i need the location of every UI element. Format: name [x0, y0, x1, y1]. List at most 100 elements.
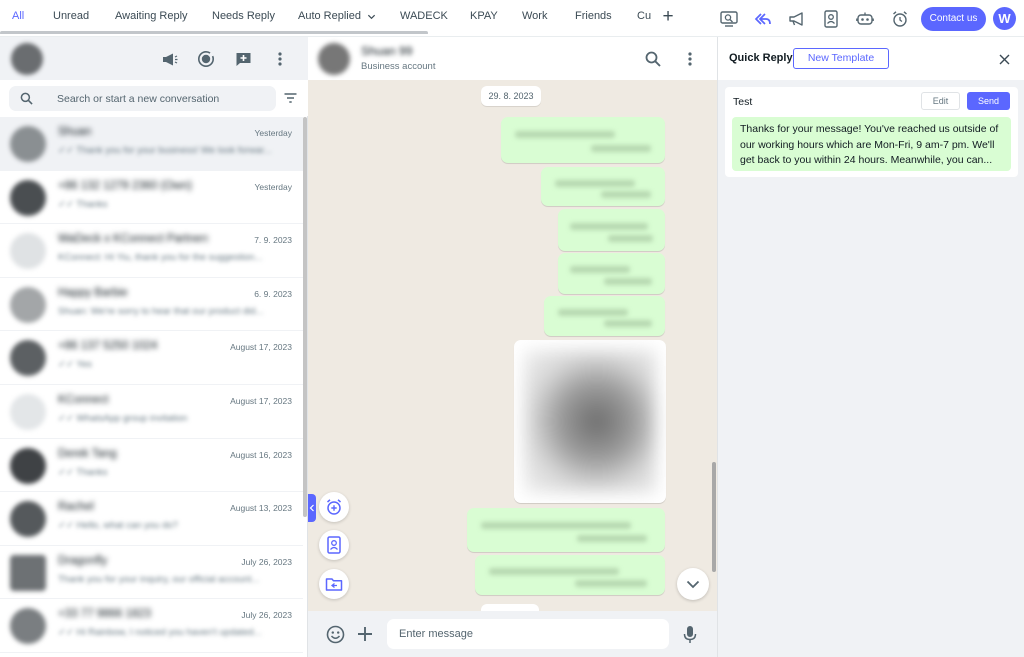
- chat-time: August 13, 2023: [230, 503, 292, 514]
- tab-unread[interactable]: Unread: [53, 0, 89, 34]
- my-avatar[interactable]: [11, 43, 43, 75]
- broadcast-icon[interactable]: [786, 8, 808, 30]
- search-input[interactable]: [57, 86, 267, 111]
- status-icon[interactable]: [195, 48, 217, 70]
- search-bar: [0, 80, 308, 116]
- top-tab-bar: All Unread Awaiting Reply Needs Reply Au…: [0, 0, 1024, 37]
- more-menu-icon[interactable]: [679, 48, 701, 70]
- message-input[interactable]: [387, 619, 669, 649]
- chat-time: July 26, 2023: [241, 610, 292, 621]
- contact-card-icon[interactable]: [820, 8, 842, 30]
- date-separator: 29. 8. 2023: [481, 86, 541, 106]
- blurred-image: [524, 350, 656, 493]
- avatar: [10, 179, 46, 216]
- send-file-button[interactable]: [319, 569, 349, 599]
- tab-wadeck[interactable]: WADECK: [400, 0, 448, 34]
- send-template-button[interactable]: Send: [967, 92, 1010, 110]
- robot-icon[interactable]: [854, 8, 876, 30]
- translate-icon[interactable]: [718, 8, 740, 30]
- chat-item[interactable]: Derek Tang August 16, 2023 ✓✓ Thanks: [0, 438, 303, 493]
- chat-item[interactable]: Rachel August 13, 2023 ✓✓ Hello, what ca…: [0, 492, 303, 546]
- chat-item[interactable]: WaDeck x KConnect Partnership 7. 9. 2023…: [0, 224, 303, 278]
- tab-needs-reply[interactable]: Needs Reply: [212, 0, 275, 34]
- filter-icon[interactable]: [284, 93, 297, 103]
- chevron-down-icon: [686, 580, 700, 588]
- tab-work[interactable]: Work: [522, 0, 547, 34]
- search-icon: [20, 92, 33, 105]
- avatar: [10, 608, 46, 645]
- more-menu-icon[interactable]: [269, 48, 291, 70]
- collapse-sidebar-button[interactable]: [308, 494, 316, 522]
- chat-list: Shuan Yesterday ✓✓ Thank you for your bu…: [0, 117, 303, 657]
- scroll-down-button[interactable]: [677, 568, 709, 600]
- chat-item[interactable]: Happy Barbie 6. 9. 2023 Shuan: We're sor…: [0, 277, 303, 332]
- outgoing-message[interactable]: [558, 209, 665, 251]
- chat-time: Yesterday: [254, 181, 293, 192]
- chat-name: +33 77 9866 1823: [58, 608, 152, 621]
- add-tab-button[interactable]: +: [660, 7, 676, 27]
- avatar: [10, 554, 46, 591]
- reply-all-icon[interactable]: [752, 8, 774, 30]
- avatar: [10, 126, 46, 162]
- chat-preview: ✓✓ Thank you for your business! We look …: [58, 145, 272, 156]
- emoji-icon[interactable]: [324, 623, 346, 645]
- chat-preview: Thank you for your inquiry, our official…: [58, 573, 260, 585]
- megaphone-icon[interactable]: [158, 48, 180, 70]
- conversation-panel: Shuan 99 Business account 29. 8. 2023: [308, 37, 717, 657]
- tab-auto-replied[interactable]: Auto Replied: [298, 0, 376, 34]
- microphone-icon[interactable]: [679, 623, 701, 645]
- template-body[interactable]: Thanks for your message! You've reached …: [732, 117, 1011, 171]
- tab-all[interactable]: All: [12, 0, 24, 34]
- outgoing-message[interactable]: [475, 555, 665, 595]
- quick-reply-title: Quick Reply: [729, 52, 793, 64]
- edit-template-button[interactable]: Edit: [921, 92, 960, 110]
- new-template-button[interactable]: New Template: [793, 48, 889, 69]
- tab-auto-replied-label: Auto Replied: [298, 10, 361, 22]
- send-contact-button[interactable]: [319, 530, 349, 560]
- outgoing-message[interactable]: [544, 296, 665, 336]
- outgoing-message[interactable]: [467, 508, 665, 552]
- tab-custom[interactable]: Cu: [637, 0, 651, 34]
- alarm-clock-icon[interactable]: [889, 8, 911, 30]
- tabs-scrollbar[interactable]: [0, 31, 428, 34]
- message-composer: [308, 611, 717, 657]
- outgoing-message[interactable]: [501, 117, 665, 163]
- folder-icon: [325, 578, 343, 591]
- chat-list-panel: Shuan Yesterday ✓✓ Thank you for your bu…: [0, 37, 308, 657]
- chat-item[interactable]: +33 77 9866 1823 July 26, 2023 ✓✓ Hi Rai…: [0, 599, 303, 653]
- contact-card-icon: [327, 536, 341, 554]
- avatar: [10, 286, 46, 323]
- chat-name: WaDeck x KConnect Partnership: [58, 233, 208, 246]
- avatar: [10, 394, 46, 430]
- contact-name: Shuan 99: [361, 44, 413, 58]
- conversation-scrollbar[interactable]: [712, 462, 716, 572]
- new-chat-icon[interactable]: [232, 48, 254, 70]
- chat-item[interactable]: KConnect August 17, 2023 ✓✓ WhatsApp gro…: [0, 385, 303, 439]
- tab-awaiting-reply[interactable]: Awaiting Reply: [115, 0, 188, 34]
- image-message[interactable]: [514, 340, 666, 503]
- tab-kpay[interactable]: KPAY: [470, 0, 498, 34]
- chat-preview: ✓✓ Thanks: [58, 466, 108, 478]
- chat-preview: ✓✓ WhatsApp group invitation: [58, 413, 188, 424]
- attach-plus-icon[interactable]: [354, 623, 376, 645]
- chat-item[interactable]: +86 132 1279 2360 (Own) Yesterday ✓✓ Tha…: [0, 170, 303, 225]
- chat-item[interactable]: +86 137 5250 1024 August 17, 2023 ✓✓ Yes: [0, 331, 303, 385]
- search-icon[interactable]: [642, 48, 664, 70]
- chat-item[interactable]: Shuan Yesterday ✓✓ Thank you for your bu…: [0, 117, 303, 171]
- template-name: Test: [733, 96, 753, 108]
- chat-list-scrollbar[interactable]: [303, 117, 307, 517]
- outgoing-message[interactable]: [558, 253, 665, 294]
- chat-item[interactable]: Dragonfly July 26, 2023 Thank you for yo…: [0, 545, 303, 600]
- contact-avatar[interactable]: [318, 43, 350, 75]
- chat-time: 7. 9. 2023: [254, 235, 292, 246]
- schedule-message-button[interactable]: [319, 492, 349, 522]
- tab-friends[interactable]: Friends: [575, 0, 612, 34]
- chat-time: August 17, 2023: [230, 342, 292, 353]
- wadeck-logo[interactable]: W: [993, 7, 1016, 30]
- chat-time: Yesterday: [254, 128, 293, 138]
- contact-us-button[interactable]: Contact us: [921, 7, 986, 31]
- outgoing-message[interactable]: [541, 167, 665, 206]
- conversation-header[interactable]: Shuan 99 Business account: [308, 37, 717, 80]
- chat-name: Derek Tang: [58, 447, 117, 460]
- close-icon[interactable]: [996, 51, 1012, 67]
